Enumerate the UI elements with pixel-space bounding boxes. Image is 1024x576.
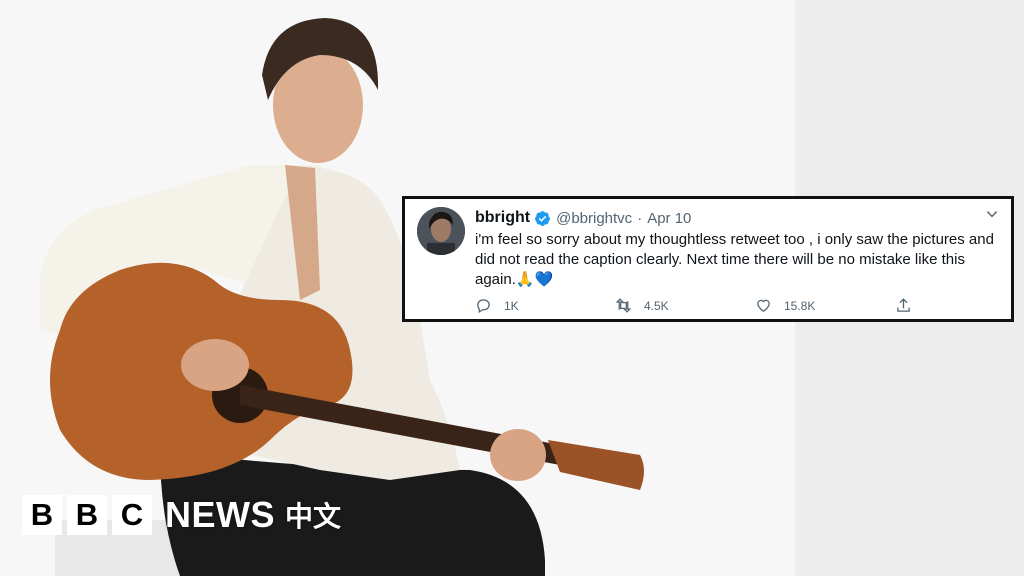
- user-handle[interactable]: @bbrightvc: [556, 210, 632, 227]
- tweet-card[interactable]: bbright @bbrightvc · Apr 10 i'm feel so …: [402, 196, 1014, 322]
- chinese-wordmark: 中文: [285, 501, 342, 532]
- retweet-button[interactable]: 4.5K: [615, 297, 669, 314]
- separator-dot: ·: [637, 209, 643, 227]
- reply-count: 1K: [504, 298, 519, 313]
- share-button[interactable]: [895, 297, 924, 314]
- bbc-letter-b1: B: [22, 495, 62, 535]
- tweet-text: i'm feel so sorry about my thoughtless r…: [475, 231, 994, 288]
- retweet-icon: [615, 298, 632, 313]
- reply-icon: [477, 299, 490, 314]
- tweet-actions: 1K 4.5K 15.8K: [475, 297, 945, 315]
- news-wordmark: NEWS: [165, 494, 275, 535]
- verified-badge-icon: [534, 210, 551, 227]
- share-icon: [897, 298, 910, 312]
- like-button[interactable]: 15.8K: [755, 297, 815, 314]
- like-count: 15.8K: [784, 298, 816, 313]
- like-icon: [757, 299, 770, 312]
- guitar-headstock: [548, 440, 644, 490]
- right-hand: [181, 339, 249, 391]
- bbc-news-chinese-logo: B B C NEWS 中文: [22, 494, 342, 535]
- display-name[interactable]: bbright: [475, 209, 530, 227]
- reply-button[interactable]: 1K: [475, 297, 519, 314]
- profile-photo: [417, 207, 465, 255]
- avatar[interactable]: [417, 207, 465, 255]
- tweet-header: bbright @bbrightvc · Apr 10: [475, 207, 981, 229]
- bbc-letter-c: C: [112, 495, 152, 535]
- chevron-down-icon[interactable]: [985, 207, 999, 221]
- retweet-count: 4.5K: [644, 298, 669, 313]
- bbc-letter-b2: B: [67, 495, 107, 535]
- tweet-date[interactable]: Apr 10: [647, 210, 691, 227]
- news-image: bbright @bbrightvc · Apr 10 i'm feel so …: [0, 0, 1024, 576]
- left-hand: [490, 429, 546, 481]
